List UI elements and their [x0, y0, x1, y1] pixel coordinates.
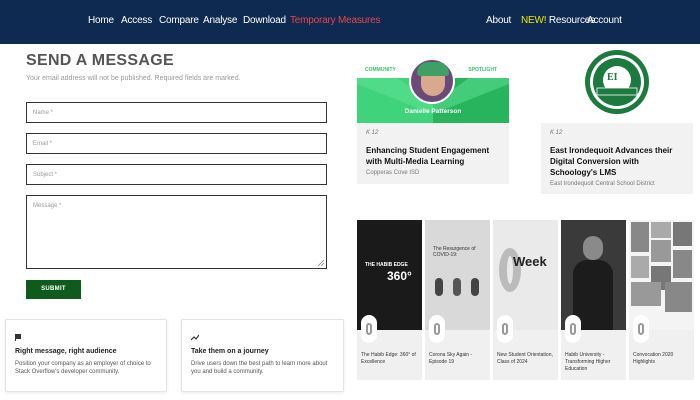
top-nav: Home Access Compare Analyse Download Tem… [0, 0, 700, 44]
play-button[interactable] [497, 315, 513, 343]
video-caption[interactable]: Corona Sky Again - Episode 19 [429, 352, 487, 366]
spotlight-label: SPOTLIGHT [468, 67, 497, 73]
nav-about[interactable]: About [486, 15, 511, 26]
video-caption[interactable]: Convocation 2020 Highlights [633, 352, 691, 366]
info-card-body: Position your company as an employer of … [15, 361, 151, 375]
nav-resources[interactable]: NEW! Resources [521, 15, 595, 26]
nav-compare[interactable]: Compare [159, 15, 199, 26]
community-label: COMMUNITY [365, 67, 396, 73]
form-subtitle: Your email address will not be published… [26, 75, 241, 82]
message-placeholder: Message * [33, 203, 62, 209]
article-title[interactable]: East Irondequoit Advances their Digital … [550, 145, 685, 178]
message-field[interactable]: Message * [26, 195, 327, 269]
info-card-body: Drive users down the best path to learn … [191, 361, 328, 375]
person-name: Danielle Patterson [404, 108, 462, 115]
nav-analyse[interactable]: Analyse [203, 15, 237, 26]
nav-account[interactable]: Account [587, 15, 622, 26]
video-thumbnail: Week [493, 220, 558, 330]
article-source: Copperas Cove ISD [366, 170, 420, 176]
email-placeholder: Email * [33, 141, 53, 147]
article-title[interactable]: Enhancing Student Engagement with Multi-… [366, 145, 501, 167]
avatar [409, 58, 455, 104]
video-card[interactable]: Week New Student Orientation, Class of 2… [493, 220, 558, 380]
play-button[interactable] [633, 315, 649, 343]
video-caption[interactable]: The Habib Edge: 360° of Excellence [361, 352, 419, 366]
nav-home[interactable]: Home [88, 15, 114, 26]
video-thumbnail [629, 220, 694, 330]
play-button[interactable] [565, 315, 581, 343]
flag-icon [15, 334, 21, 341]
thumb-text: Week [513, 254, 547, 269]
video-thumbnail [561, 220, 626, 330]
video-caption[interactable]: Habib University - Transforming Higher E… [565, 352, 623, 373]
name-placeholder: Name * [33, 110, 54, 116]
nav-access[interactable]: Access [121, 15, 152, 26]
video-caption[interactable]: New Student Orientation, Class of 2024 [497, 352, 555, 366]
article-card-spotlight[interactable]: COMMUNITY SPOTLIGHT Danielle Patterson K… [357, 44, 509, 184]
info-card-heading: Take them on a journey [191, 348, 269, 355]
video-card[interactable]: THE HABIB EDGE 360° The Habib Edge: 360°… [357, 220, 422, 380]
thumb-text: THE HABIB EDGE [365, 262, 408, 268]
school-seal-icon [585, 50, 649, 114]
submit-button[interactable]: SUBMIT [26, 280, 81, 299]
thumb-number: 360° [387, 269, 412, 283]
video-card[interactable]: Habib University - Transforming Higher E… [561, 220, 626, 380]
video-thumbnail: THE HABIB EDGE 360° [357, 220, 422, 330]
subject-field[interactable]: Subject * [26, 164, 327, 185]
info-card-journey: Take them on a journey Drive users down … [181, 319, 344, 392]
trend-icon [190, 334, 200, 341]
info-card-audience: Right message, right audience Position y… [5, 319, 167, 392]
form-title: SEND A MESSAGE [26, 52, 174, 69]
play-button[interactable] [361, 315, 377, 343]
name-field[interactable]: Name * [26, 102, 327, 123]
resize-handle-icon[interactable] [318, 260, 324, 266]
video-thumbnail: The Resurgence of COVID-19: [425, 220, 490, 330]
info-card-heading: Right message, right audience [15, 348, 117, 355]
nav-temporary-measures[interactable]: Temporary Measures [290, 15, 381, 26]
email-field[interactable]: Email * [26, 133, 327, 154]
article-source: East Irondequoit Central School District [550, 181, 655, 187]
article-card-irondequoit[interactable]: EI K 12 East Irondequoit Advances their … [541, 44, 693, 194]
thumb-text: The Resurgence of COVID-19: [433, 246, 476, 258]
play-button[interactable] [429, 315, 445, 343]
article-kicker: K 12 [366, 130, 379, 136]
seal-letters: EI [607, 72, 618, 83]
spotlight-banner: COMMUNITY SPOTLIGHT Danielle Patterson [357, 44, 509, 123]
video-card[interactable]: Convocation 2020 Highlights [629, 220, 694, 380]
subject-placeholder: Subject * [33, 172, 58, 178]
irondequoit-seal: EI [541, 44, 693, 123]
video-card[interactable]: The Resurgence of COVID-19: Corona Sky A… [425, 220, 490, 380]
nav-download[interactable]: Download [243, 15, 286, 26]
new-badge: NEW! [521, 15, 547, 26]
article-kicker: K 12 [550, 130, 563, 136]
